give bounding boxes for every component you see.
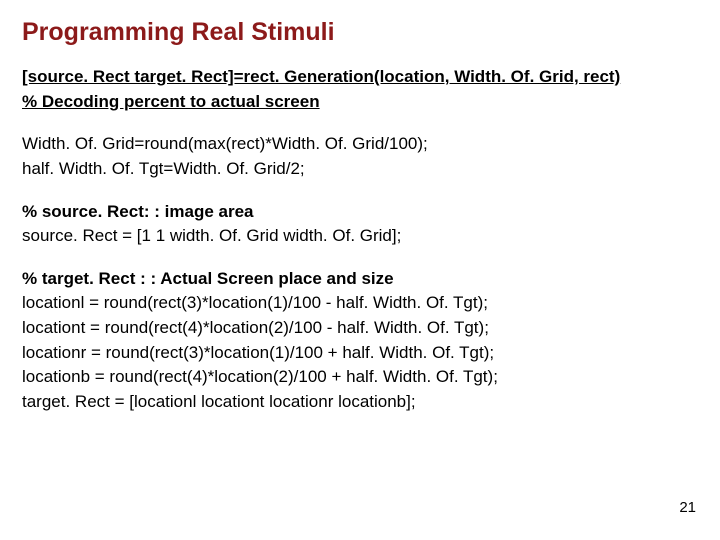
source-rect-header: % source. Rect: : image area	[22, 200, 698, 225]
location-r: locationr = round(rect(3)*location(1)/10…	[22, 341, 698, 366]
width-of-grid-assign: Width. Of. Grid=round(max(rect)*Width. O…	[22, 132, 698, 157]
location-b: locationb = round(rect(4)*location(2)/10…	[22, 365, 698, 390]
target-rect-header: % target. Rect : : Actual Screen place a…	[22, 267, 698, 292]
page-number: 21	[679, 499, 696, 516]
target-rect-assign: target. Rect = [locationl locationt loca…	[22, 390, 698, 415]
location-l: locationl = round(rect(3)*location(1)/10…	[22, 291, 698, 316]
half-width-assign: half. Width. Of. Tgt=Width. Of. Grid/2;	[22, 157, 698, 182]
function-signature: [source. Rect target. Rect]=rect. Genera…	[22, 65, 698, 90]
source-rect-assign: source. Rect = [1 1 width. Of. Grid widt…	[22, 224, 698, 249]
location-t: locationt = round(rect(4)*location(2)/10…	[22, 316, 698, 341]
decode-comment: % Decoding percent to actual screen	[22, 90, 698, 115]
slide-title: Programming Real Stimuli	[22, 18, 698, 47]
